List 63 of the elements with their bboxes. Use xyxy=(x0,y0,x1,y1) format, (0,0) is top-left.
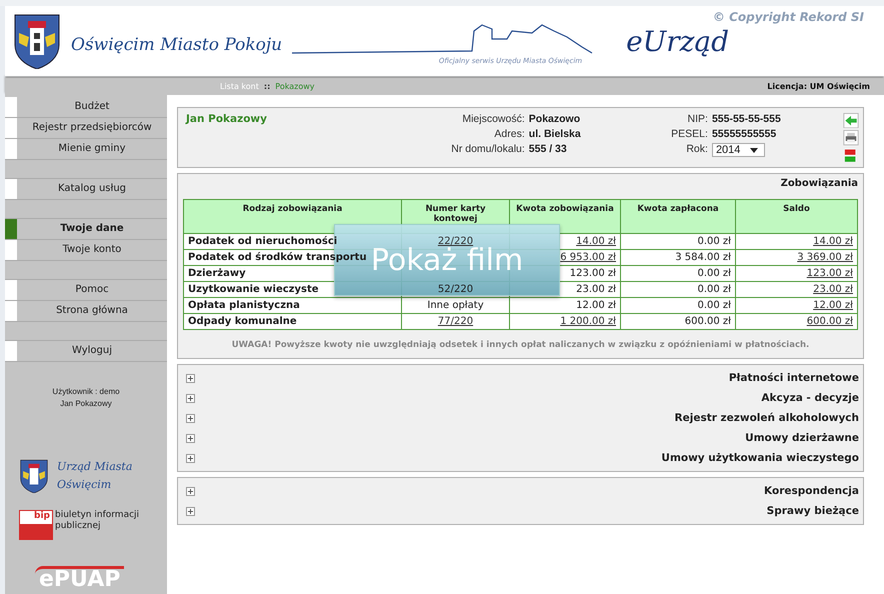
section-header[interactable]: Płatności internetowe xyxy=(728,372,859,384)
field-value: Pokazowo xyxy=(528,113,582,125)
section-header[interactable]: Rejestr zezwoleń alkoholowych xyxy=(674,412,859,424)
person-name: Jan Pokazowy xyxy=(186,113,268,127)
field-label: Rok: xyxy=(685,143,708,157)
section-header[interactable]: Umowy użytkowania wieczystego xyxy=(661,452,859,464)
table-cell: Opłata planistyczna xyxy=(188,300,300,311)
expand-icon[interactable] xyxy=(186,486,195,496)
field-label: Miejscowość: xyxy=(461,113,525,125)
field-label: PESEL: xyxy=(670,128,708,140)
table-cell: Odpady komunalne xyxy=(188,316,297,327)
coat-of-arms-icon xyxy=(13,13,61,69)
expand-icon[interactable] xyxy=(186,394,195,402)
table-cell: 3 584.00 zł xyxy=(675,252,731,263)
table-cell: Dzierżawy xyxy=(188,268,246,279)
section-header[interactable]: Umowy dzierżawne xyxy=(745,432,859,444)
printer-icon[interactable] xyxy=(843,130,859,146)
field-label: Adres: xyxy=(493,128,525,140)
section-header[interactable]: Akcyza - decyzje xyxy=(761,392,859,404)
expand-icon[interactable] xyxy=(186,506,195,516)
caret-icon xyxy=(750,148,758,152)
expand-icon[interactable] xyxy=(186,414,195,422)
column-header: Saldo xyxy=(736,200,858,234)
expand-icon[interactable] xyxy=(186,454,195,462)
field-label: NIP: xyxy=(686,113,708,125)
section-title: Zobowiązania xyxy=(780,178,858,189)
section-header[interactable]: Korespondencja xyxy=(764,485,859,497)
table-cell: 0.00 zł xyxy=(697,236,731,247)
warning-note: UWAGA! Powyższe kwoty nie uwzględniają odsetek i innych opłat naliczanych w związku z opóźnieniami w płatnościach. xyxy=(230,340,810,350)
bip-logo[interactable]: bip xyxy=(19,510,53,540)
bip-logo-text[interactable]: biuletyn informacji publicznej xyxy=(55,510,165,532)
section-header[interactable]: Sprawy bieżące xyxy=(766,505,859,517)
field-label: Nr domu/lokalu: xyxy=(450,143,525,155)
back-arrow-icon[interactable] xyxy=(843,113,859,128)
table-cell: 0.00 zł xyxy=(697,268,731,279)
pdf-xls-icon[interactable] xyxy=(844,148,858,163)
user-info: Użytkownik : demo xyxy=(51,386,121,398)
license-text: Licencja: UM Oświęcim xyxy=(767,82,870,91)
column-header: Kwota zapłacona xyxy=(620,200,736,234)
city-office-logo-text[interactable]: Urząd Miasta Oświęcim xyxy=(57,458,147,494)
table-cell: 23.00 zł xyxy=(576,284,616,295)
app-title: eUrząd xyxy=(626,24,730,58)
field-value: ul. Bielska xyxy=(528,128,582,140)
table-cell: 123.00 zł xyxy=(570,268,616,279)
expand-icon[interactable] xyxy=(186,434,195,442)
breadcrumb-separator: :: xyxy=(264,82,270,91)
year-select[interactable]: 2014 xyxy=(712,143,766,157)
table-cell: 12.00 zł xyxy=(576,300,616,311)
expand-icon[interactable] xyxy=(186,374,195,382)
table-cell: 0.00 zł xyxy=(697,284,731,295)
table-cell: Uzytkowanie wieczyste xyxy=(188,284,319,295)
table-cell: 52/220 xyxy=(438,284,474,295)
copyright-text: © Copyright Rekord SI xyxy=(712,10,864,24)
field-value: 555 / 33 xyxy=(528,143,568,155)
coat-of-arms-icon xyxy=(19,459,49,493)
city-motto: Oświęcim Miasto Pokoju xyxy=(71,35,282,55)
field-value: 55555555555 xyxy=(712,128,778,140)
user-info: Jan Pokazowy xyxy=(59,398,113,410)
field-value: 555-55-55-555 xyxy=(712,113,782,125)
table-cell: 600.00 zł xyxy=(684,316,731,327)
table-cell: Inne opłaty xyxy=(427,300,484,311)
column-header: Rodzaj zobowiązania xyxy=(184,200,402,234)
table-cell: 0.00 zł xyxy=(697,300,731,311)
